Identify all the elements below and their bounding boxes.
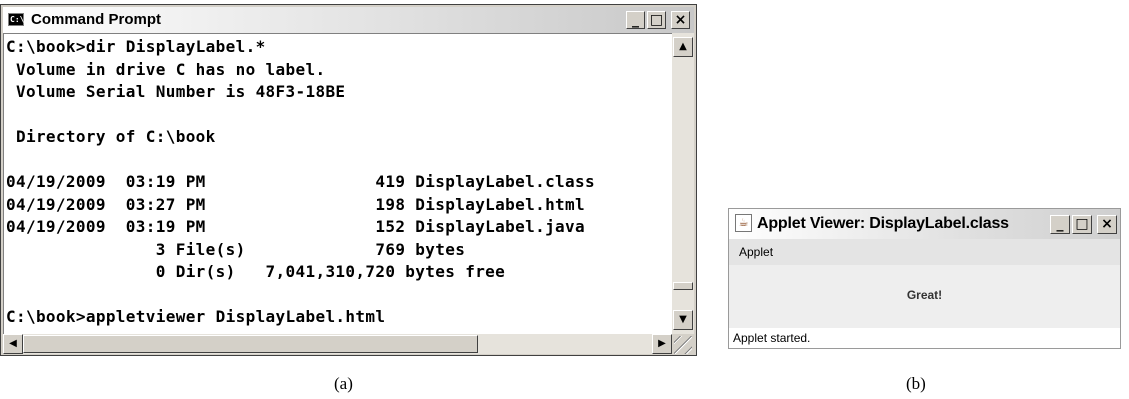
vertical-scroll-thumb[interactable] [673,282,693,290]
caption-b: (b) [906,374,926,393]
horizontal-scrollbar[interactable]: ◀ ▶ [3,334,672,354]
applet-caption-buttons: _ □ × [1050,215,1117,234]
great-label: Great! [906,288,943,302]
caption-a: (a) [334,374,353,393]
applet-window-title: Applet Viewer: DisplayLabel.class [757,215,1009,232]
scroll-down-button[interactable]: ▼ [673,310,693,330]
applet-status-text: Applet started. [733,331,811,345]
applet-title-bar[interactable]: ☕ Applet Viewer: DisplayLabel.class _ □ … [729,209,1120,239]
applet-menu[interactable]: Applet [739,245,773,259]
applet-minimize-button[interactable]: _ [1050,215,1070,234]
scroll-left-button[interactable]: ◀ [3,334,23,354]
resize-grip-icon[interactable] [674,336,692,354]
close-button[interactable]: × [671,11,690,29]
cmd-caption-buttons: _ □ × [626,11,690,29]
console-output[interactable]: C:\book>dir DisplayLabel.* Volume in dri… [3,33,672,334]
applet-menu-bar: Applet [729,239,1120,265]
scroll-up-button[interactable]: ▲ [673,37,693,57]
applet-close-button[interactable]: × [1097,215,1117,234]
scroll-right-button[interactable]: ▶ [652,334,672,354]
horizontal-scroll-thumb[interactable] [23,335,478,353]
cmd-title-bar[interactable]: C:\ Command Prompt _ □ × [3,7,694,33]
vertical-scrollbar[interactable]: ▲ ▼ [672,33,694,334]
maximize-button[interactable]: □ [647,11,666,29]
java-coffee-icon[interactable]: ☕ [735,214,752,232]
cmd-icon[interactable]: C:\ [8,13,24,26]
cmd-window-title: Command Prompt [31,11,162,28]
applet-status-bar: Applet started. [729,328,1120,348]
applet-maximize-button[interactable]: □ [1072,215,1092,234]
command-prompt-window: C:\ Command Prompt _ □ × C:\book>dir Dis… [0,4,697,356]
applet-viewer-window: ☕ Applet Viewer: DisplayLabel.class _ □ … [728,208,1121,349]
minimize-button[interactable]: _ [626,11,645,29]
console-text: C:\book>dir DisplayLabel.* Volume in dri… [6,37,595,326]
applet-content-area: Great! [729,265,1120,328]
